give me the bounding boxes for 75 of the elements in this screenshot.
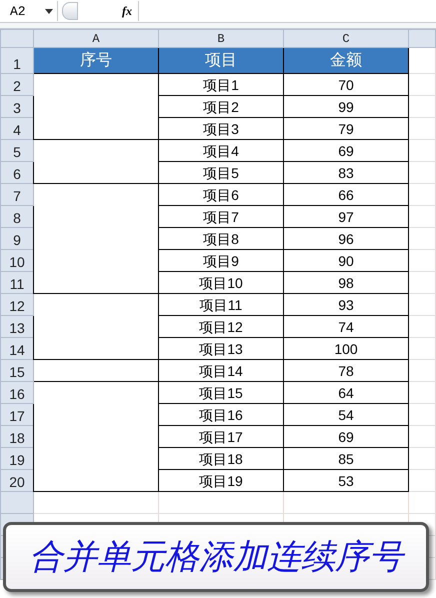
table-cell: 项目1: [158, 74, 284, 96]
row-number[interactable]: 15: [0, 360, 34, 382]
row-number[interactable]: 18: [0, 426, 34, 448]
column-header[interactable]: A: [34, 30, 158, 48]
table-cell: 70: [284, 74, 408, 96]
caret-icon[interactable]: [45, 8, 53, 14]
row-number[interactable]: 6: [0, 162, 34, 184]
table-cell: 项目15: [158, 382, 284, 404]
row-number[interactable]: 10: [0, 250, 34, 272]
table-cell: 项目6: [158, 184, 284, 206]
table-cell: 项目5: [158, 162, 284, 184]
row-number[interactable]: 8: [0, 206, 34, 228]
table-cell: 项目9: [158, 250, 284, 272]
row-number[interactable]: 7: [0, 184, 34, 206]
name-box[interactable]: A2: [0, 1, 58, 21]
table-cell: 64: [284, 382, 408, 404]
merged-cell[interactable]: [34, 360, 158, 382]
table-cell: 69: [284, 426, 408, 448]
table-cell: 项目10: [158, 272, 284, 294]
caption-banner: 合并单元格添加连续序号: [3, 522, 429, 592]
table-cell: 项目19: [158, 470, 284, 492]
insert-function-button[interactable]: fx: [122, 4, 132, 18]
table-cell: 90: [284, 250, 408, 272]
header-cell: 金额: [284, 48, 408, 74]
row-number[interactable]: 1: [0, 48, 34, 74]
table-cell: 项目11: [158, 294, 284, 316]
row-number[interactable]: 20: [0, 470, 34, 492]
table-cell: 54: [284, 404, 408, 426]
row-number[interactable]: 5: [0, 140, 34, 162]
table-cell: 85: [284, 448, 408, 470]
header-cell: 项目: [158, 48, 284, 74]
row-number[interactable]: 11: [0, 272, 34, 294]
table-cell: 项目18: [158, 448, 284, 470]
table-cell: 项目3: [158, 118, 284, 140]
row-number[interactable]: 16: [0, 382, 34, 404]
table-cell: 项目16: [158, 404, 284, 426]
table-cell: 100: [284, 338, 408, 360]
table-cell: 项目13: [158, 338, 284, 360]
table-cell: 项目7: [158, 206, 284, 228]
table-cell: 96: [284, 228, 408, 250]
table-cell: 93: [284, 294, 408, 316]
table-cell: 98: [284, 272, 408, 294]
table-cell: 项目2: [158, 96, 284, 118]
table-cell: 97: [284, 206, 408, 228]
row-number[interactable]: 13: [0, 316, 34, 338]
header-cell: 序号: [34, 48, 158, 74]
table-cell: 项目8: [158, 228, 284, 250]
table-cell: 项目4: [158, 140, 284, 162]
table-cell: 66: [284, 184, 408, 206]
merged-cell[interactable]: [34, 140, 158, 184]
table-cell: 项目12: [158, 316, 284, 338]
merged-cell[interactable]: [34, 74, 158, 140]
row-number[interactable]: 14: [0, 338, 34, 360]
table-cell: 53: [284, 470, 408, 492]
merged-cell[interactable]: [34, 184, 158, 294]
table-cell: 78: [284, 360, 408, 382]
merged-cell[interactable]: [34, 382, 158, 492]
row-number[interactable]: 2: [0, 74, 34, 96]
table-cell: 79: [284, 118, 408, 140]
row-number[interactable]: 4: [0, 118, 34, 140]
table-cell: 83: [284, 162, 408, 184]
table-cell: 69: [284, 140, 408, 162]
table-cell: 74: [284, 316, 408, 338]
table-cell: 项目17: [158, 426, 284, 448]
row-number[interactable]: 12: [0, 294, 34, 316]
row-number[interactable]: 3: [0, 96, 34, 118]
row-number[interactable]: 17: [0, 404, 34, 426]
column-header[interactable]: C: [284, 30, 408, 48]
column-header[interactable]: B: [158, 30, 284, 48]
table-cell: 项目14: [158, 360, 284, 382]
resize-handle[interactable]: [62, 2, 78, 20]
table-cell: 99: [284, 96, 408, 118]
merged-cell[interactable]: [34, 294, 158, 360]
row-number[interactable]: 19: [0, 448, 34, 470]
row-number[interactable]: 9: [0, 228, 34, 250]
